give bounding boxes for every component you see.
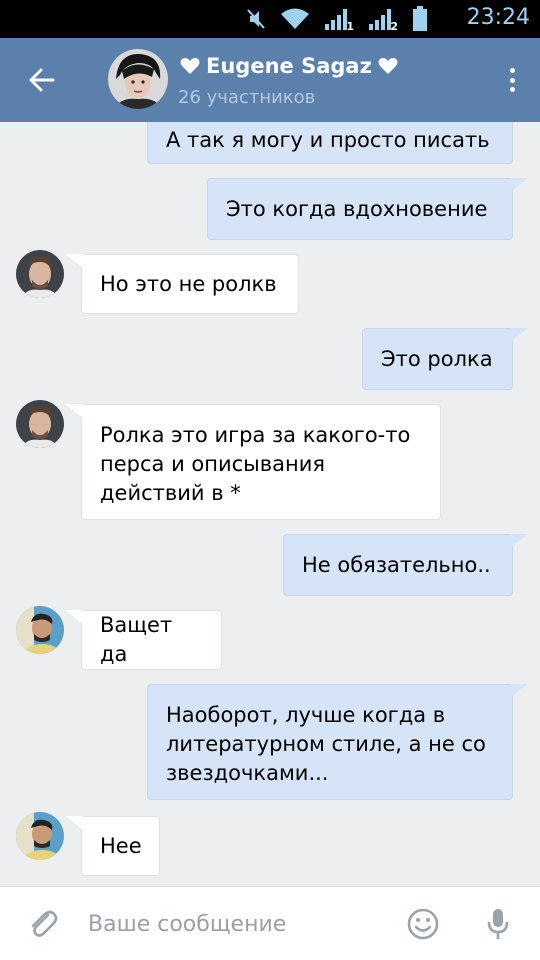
status-icons: 1 2 xyxy=(246,6,428,33)
more-menu-button[interactable] xyxy=(502,62,522,98)
message-bubble-incoming[interactable]: Ролка это игра за какого-то перса и опис… xyxy=(81,404,441,520)
message-composer xyxy=(0,886,540,960)
message-input[interactable] xyxy=(88,905,378,943)
heart-icon xyxy=(180,57,200,74)
bubble-tail xyxy=(65,816,83,830)
paperclip-icon xyxy=(31,910,58,937)
message-bubble-incoming[interactable]: Но это не ролкв xyxy=(81,254,299,314)
sim1-label: 1 xyxy=(346,20,354,33)
status-bar: 1 2 23:24 xyxy=(0,0,540,38)
message-list[interactable]: А так я могу и просто писать Это когда в… xyxy=(0,122,540,886)
message-text: Это когда вдохновение xyxy=(226,196,488,221)
message-text: Наоборот, лучше когда в литературном сти… xyxy=(166,703,486,785)
microphone-icon xyxy=(487,909,509,939)
message-text: Ващет да xyxy=(100,613,173,666)
wifi-icon xyxy=(281,8,309,29)
bubble-tail xyxy=(65,254,83,268)
message-bubble-outgoing[interactable]: Это ролка xyxy=(362,328,513,390)
sender-avatar[interactable] xyxy=(16,812,64,860)
signal-sim2: 2 xyxy=(368,7,398,33)
bubble-tail xyxy=(65,404,83,418)
message-text: Это ролка xyxy=(381,346,493,371)
mute-icon xyxy=(247,9,265,29)
sender-avatar[interactable] xyxy=(16,400,64,448)
signal-sim1: 1 xyxy=(324,7,354,33)
message-bubble-incoming[interactable]: Нее xyxy=(81,816,160,876)
sim2-label: 2 xyxy=(390,20,398,33)
status-time: 23:24 xyxy=(466,5,530,30)
message-text: Не обязательно.. xyxy=(302,552,491,577)
message-bubble-outgoing[interactable]: Это когда вдохновение xyxy=(207,178,513,240)
more-vertical-icon xyxy=(509,68,515,73)
attach-button[interactable] xyxy=(26,907,60,941)
bubble-tail xyxy=(510,534,528,548)
smiley-icon xyxy=(407,908,439,940)
message-bubble-incoming[interactable]: Ващет да xyxy=(81,610,222,670)
chat-avatar[interactable] xyxy=(108,49,168,109)
emoji-button[interactable] xyxy=(406,907,440,941)
message-bubble-outgoing[interactable]: Не обязательно.. xyxy=(283,534,513,596)
bubble-tail xyxy=(65,610,83,624)
sender-avatar[interactable] xyxy=(16,250,64,298)
chat-title-text: Eugene Sagaz xyxy=(206,54,372,78)
message-bubble-outgoing[interactable]: Наоборот, лучше когда в литературном сти… xyxy=(147,684,513,800)
participants-count: 26 участников xyxy=(178,87,316,108)
arrow-left-icon xyxy=(29,68,55,92)
message-text: Ролка это игра за какого-то перса и опис… xyxy=(100,423,411,505)
bubble-tail xyxy=(510,178,528,192)
chat-title[interactable]: Eugene Sagaz xyxy=(180,54,398,78)
voice-message-button[interactable] xyxy=(484,907,512,941)
message-text: Нее xyxy=(100,833,142,858)
chat-header: Eugene Sagaz 26 участников xyxy=(0,38,540,122)
battery-icon xyxy=(413,6,427,31)
back-button[interactable] xyxy=(22,60,62,100)
message-text: А так я могу и просто писать xyxy=(166,127,490,152)
sender-avatar[interactable] xyxy=(16,606,64,654)
message-bubble-outgoing[interactable]: А так я могу и просто писать xyxy=(147,122,513,164)
bubble-tail xyxy=(510,684,528,698)
bubble-tail xyxy=(510,328,528,342)
heart-icon xyxy=(378,57,398,74)
message-text: Но это не ролкв xyxy=(100,271,277,296)
